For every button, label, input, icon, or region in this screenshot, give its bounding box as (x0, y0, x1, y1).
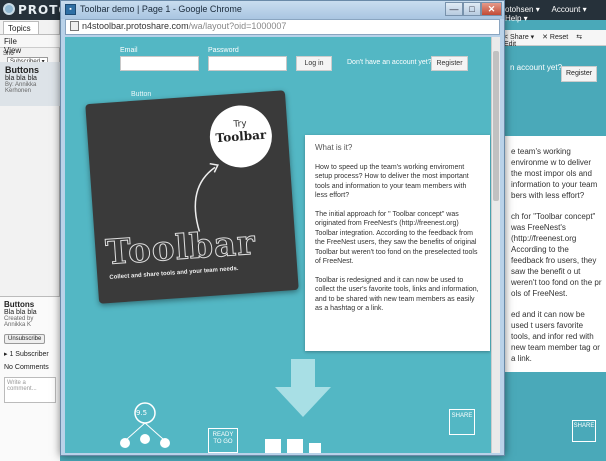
bg-info-p2: ch for "Toolbar concept" was FreeNest's … (511, 212, 602, 298)
login-button[interactable]: Log in (296, 56, 332, 71)
bg-nav-help[interactable]: Help ▾ (505, 14, 528, 23)
topic-subtitle: bla bla bla (5, 75, 37, 82)
bg-register-button[interactable]: Register (561, 66, 597, 82)
vertical-scrollbar[interactable] (491, 37, 500, 453)
password-label: Password (208, 47, 239, 54)
ready-to-go-icon: READY TO GO (208, 428, 238, 453)
bg-info-card: e team's working environme w to deliver … (505, 136, 606, 372)
cluster-badge-text: 9.5 (136, 409, 147, 417)
email-label: Email (120, 47, 138, 54)
toolbar-poster[interactable]: Try Toolbar Toolbar Collect and share to… (85, 90, 299, 304)
url-host: n4stoolbar.protoshare.com (82, 21, 189, 31)
no-comments-label: No Comments (4, 364, 49, 371)
bg-canvas-toolbar: < Share ▾ ✕ Reset ⇆ Edit (500, 30, 606, 48)
share-icon: SHARE (449, 409, 475, 435)
browser-popup-window: ▪ Toolbar demo | Page 1 - Google Chrome … (60, 0, 505, 456)
team-cluster-icon: 9.5 (120, 402, 170, 448)
bg-share-icon: SHARE (572, 420, 596, 442)
minimize-button[interactable]: — (445, 2, 463, 16)
detail-subtitle: Bla bla bla (4, 309, 37, 316)
try-toolbar-label: Toolbar (215, 127, 267, 146)
info-paragraph-1: How to speed up the team's working envir… (315, 163, 469, 200)
topic-author: By: Annikka Kerhonen (5, 82, 37, 94)
tab-topics[interactable]: Topics (3, 21, 39, 35)
bg-nav-account[interactable]: Account ▾ (552, 5, 587, 14)
bg-reset-button[interactable]: ✕ Reset (542, 34, 568, 41)
tool-icons (265, 439, 321, 453)
address-bar[interactable]: n4stoolbar.protoshare.com/wa/layout?oid=… (65, 19, 500, 35)
down-arrow-icon (275, 359, 331, 417)
window-title: Toolbar demo | Page 1 - Google Chrome (80, 4, 242, 14)
email-field[interactable] (120, 56, 199, 71)
info-paragraph-2: The initial approach for " Toolbar conce… (315, 210, 478, 266)
detail-title: Buttons (4, 300, 35, 309)
close-button[interactable]: ✕ (481, 2, 502, 16)
unsubscribe-button[interactable]: Unsubscribe (4, 334, 46, 344)
maximize-button[interactable]: □ (463, 2, 481, 16)
info-card: What is it? How to speed up the team's w… (305, 135, 490, 351)
bg-info-p1: e team's working environme w to deliver … (511, 147, 598, 200)
comment-input[interactable]: Write a comment... (4, 377, 56, 403)
page-viewport: Email Password Log in Don't have an acco… (65, 37, 500, 453)
window-titlebar[interactable]: ▪ Toolbar demo | Page 1 - Google Chrome … (61, 1, 504, 19)
topic-list-item[interactable]: Buttons bla bla bla By: Annikka Kerhonen (0, 62, 60, 106)
topic-title: Buttons (5, 65, 39, 75)
scrollbar-thumb[interactable] (493, 51, 499, 201)
bg-no-account-text: n account yet? (510, 63, 563, 72)
page-icon (70, 21, 79, 31)
info-heading: What is it? (315, 143, 353, 152)
topic-filter: Sho Subscribed ▾ (0, 50, 60, 66)
subscriber-toggle[interactable]: ▸ 1 Subscriber (4, 350, 56, 358)
bg-info-p3: ed and it can now be used t users favori… (511, 310, 600, 363)
page-favicon-icon: ▪ (65, 4, 76, 15)
bg-top-nav: otohsen ▾ Account ▾ Help ▾ (505, 5, 606, 23)
no-account-text: Don't have an account yet? (347, 59, 432, 66)
detail-created: Created by Annikka K (4, 316, 34, 328)
bg-menu-bar: File View (0, 34, 60, 55)
protoshare-logo-icon (3, 3, 15, 15)
url-path: /wa/layout?oid=1000007 (188, 21, 287, 31)
info-paragraph-3: Toolbar is redesigned and it can now be … (315, 276, 479, 313)
topic-detail-panel: Buttons Bla bla bla Created by Annikka K… (0, 296, 60, 461)
bg-nav-user[interactable]: otohsen ▾ (505, 5, 540, 14)
button-caption: Button (131, 91, 152, 98)
menu-file[interactable]: File (4, 37, 17, 46)
bg-share-button[interactable]: < Share ▾ (504, 34, 534, 41)
password-field[interactable] (208, 56, 287, 71)
register-button[interactable]: Register (431, 56, 468, 71)
